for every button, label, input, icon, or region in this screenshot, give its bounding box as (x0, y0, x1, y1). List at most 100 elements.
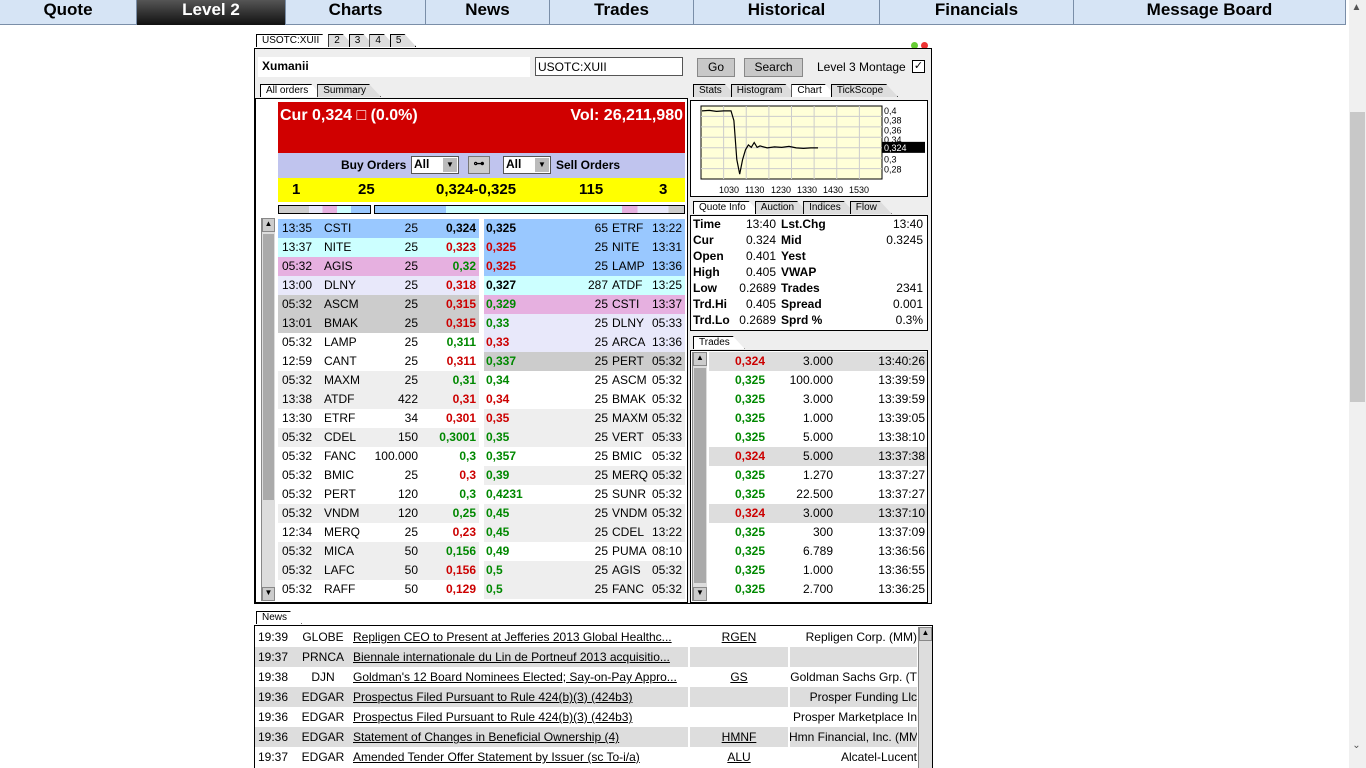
scroll-thumb[interactable] (263, 234, 274, 500)
scroll-down-icon[interactable]: ⌄ (1349, 738, 1364, 753)
news-row[interactable]: 19:36 EDGAR Statement of Changes in Benefi… (255, 727, 917, 747)
sell-filter-select[interactable]: All ▼ (503, 156, 551, 174)
ask-row[interactable]: 0,45 25 VNDM 05:32 (484, 504, 685, 523)
bid-row[interactable]: 13:01 BMAK 25 0,315 (278, 314, 479, 333)
news-headline[interactable]: Prospectus Filed Pursuant to Rule 424(b)… (353, 707, 688, 727)
tab-auction[interactable]: Auction (755, 201, 809, 214)
news-headline[interactable]: Statement of Changes in Beneficial Owner… (353, 727, 688, 747)
news-row[interactable]: 19:36 EDGAR Prospectus Filed Pursuant to R… (255, 687, 917, 707)
news-headline[interactable]: Biennale internationale du Lin de Portne… (353, 647, 688, 667)
bid-row[interactable]: 05:32 ASCM 25 0,315 (278, 295, 479, 314)
bid-row[interactable]: 05:32 RAFF 50 0,129 (278, 580, 479, 599)
tab-tickscope[interactable]: TickScope (831, 84, 898, 97)
ask-row[interactable]: 0,357 25 BMIC 05:32 (484, 447, 685, 466)
ask-row[interactable]: 0,329 25 CSTI 13:37 (484, 295, 685, 314)
tab-5[interactable]: 5 (390, 34, 417, 47)
ask-row[interactable]: 0,325 25 NITE 13:31 (484, 238, 685, 257)
ask-row[interactable]: 0,35 25 MAXM 05:32 (484, 409, 685, 428)
bid-row[interactable]: 05:32 BMIC 25 0,3 (278, 466, 479, 485)
scroll-up-icon[interactable]: ▲ (262, 218, 275, 232)
nav-tab-financials[interactable]: Financials (880, 0, 1074, 25)
news-row[interactable]: 19:39 GLOBE Repligen CEO to Present at Jef… (255, 627, 917, 647)
go-button[interactable]: Go (697, 58, 735, 77)
scroll-up-icon[interactable]: ▲ (693, 352, 707, 366)
ask-row[interactable]: 0,45 25 CDEL 13:22 (484, 523, 685, 542)
ask-row[interactable]: 0,35 25 VERT 05:33 (484, 428, 685, 447)
news-headline[interactable]: Goldman's 12 Board Nominees Elected; Say… (353, 667, 688, 687)
tab-summary[interactable]: Summary (317, 84, 381, 97)
bid-row[interactable]: 13:38 ATDF 422 0,31 (278, 390, 479, 409)
bid-row[interactable]: 05:32 VNDM 120 0,25 (278, 504, 479, 523)
buy-filter-select[interactable]: All ▼ (411, 156, 459, 174)
bid-row[interactable]: 05:32 LAMP 25 0,311 (278, 333, 479, 352)
bid-row[interactable]: 05:32 CDEL 150 0,3001 (278, 428, 479, 447)
ask-row[interactable]: 0,5 25 FANC 05:32 (484, 580, 685, 599)
trades-scrollbar[interactable]: ▲ ▼ (692, 352, 707, 601)
scroll-up-icon[interactable]: ▲ (1349, 0, 1364, 15)
bid-row[interactable]: 13:37 NITE 25 0,323 (278, 238, 479, 257)
tab-stats[interactable]: Stats (693, 84, 737, 97)
news-headline[interactable]: Amended Tender Offer Statement by Issuer… (353, 747, 688, 767)
bid-row[interactable]: 12:59 CANT 25 0,311 (278, 352, 479, 371)
ask-row[interactable]: 0,49 25 PUMA 08:10 (484, 542, 685, 561)
news-row[interactable]: 19:37 EDGAR Amended Tender Offer Statement… (255, 747, 917, 767)
bid-row[interactable]: 13:30 ETRF 34 0,301 (278, 409, 479, 428)
bid-row[interactable]: 12:34 MERQ 25 0,23 (278, 523, 479, 542)
tab-trades[interactable]: Trades (693, 336, 745, 349)
nav-tab-level-2[interactable]: Level 2 (137, 0, 286, 25)
news-scrollbar[interactable]: ▲ (918, 627, 932, 768)
news-ticker[interactable]: ALU (691, 747, 787, 767)
tab-all-orders[interactable]: All orders (260, 84, 323, 97)
level3-montage-checkbox[interactable]: ✓ (912, 60, 925, 73)
ask-row[interactable]: 0,337 25 PERT 05:32 (484, 352, 685, 371)
nav-tab-trades[interactable]: Trades (550, 0, 694, 25)
nav-tab-historical[interactable]: Historical (694, 0, 880, 25)
orders-scrollbar[interactable]: ▲ ▼ (261, 218, 275, 601)
bid-row[interactable]: 13:35 CSTI 25 0,324 (278, 219, 479, 238)
scroll-down-icon[interactable]: ▼ (262, 587, 275, 601)
nav-tab-news[interactable]: News (426, 0, 550, 25)
scroll-up-icon[interactable]: ▲ (919, 627, 932, 641)
page-scrollbar[interactable]: ▲ ⌄ (1349, 0, 1366, 768)
news-row[interactable]: 19:36 EDGAR Prospectus Filed Pursuant to R… (255, 707, 917, 727)
news-ticker[interactable]: GS (691, 667, 787, 687)
scroll-down-icon[interactable]: ▼ (693, 587, 707, 601)
bid-row[interactable]: 05:32 MICA 50 0,156 (278, 542, 479, 561)
scroll-thumb[interactable] (1350, 112, 1365, 402)
bid-row[interactable]: 05:32 LAFC 50 0,156 (278, 561, 479, 580)
bid-row[interactable]: 05:32 FANC 100.000 0,3 (278, 447, 479, 466)
news-headline[interactable]: Repligen CEO to Present at Jefferies 201… (353, 627, 688, 647)
bid-row[interactable]: 13:00 DLNY 25 0,318 (278, 276, 479, 295)
ask-row[interactable]: 0,33 25 DLNY 05:33 (484, 314, 685, 333)
tab-news[interactable]: News (256, 611, 302, 624)
ask-row[interactable]: 0,4231 25 SUNR 05:32 (484, 485, 685, 504)
ask-row[interactable]: 0,34 25 BMAK 05:32 (484, 390, 685, 409)
ask-row[interactable]: 0,5 25 AGIS 05:32 (484, 561, 685, 580)
tab-quote-info[interactable]: Quote Info (693, 201, 761, 214)
news-row[interactable]: 19:38 DJN Goldman's 12 Board Nominees Elec… (255, 667, 917, 687)
bid-row[interactable]: 05:32 AGIS 25 0,32 (278, 257, 479, 276)
symbol-input[interactable] (535, 57, 683, 76)
news-row[interactable]: 19:37 PRNCA Biennale internationale du Lin… (255, 647, 917, 667)
news-headline[interactable]: Prospectus Filed Pursuant to Rule 424(b)… (353, 687, 688, 707)
tab-histogram[interactable]: Histogram (731, 84, 798, 97)
tab-usotc-xuii[interactable]: USOTC:XUII (256, 34, 334, 47)
nav-tab-quote[interactable]: Quote (0, 0, 137, 25)
bid-row[interactable]: 05:32 PERT 120 0,3 (278, 485, 479, 504)
ask-row[interactable]: 0,33 25 ARCA 13:36 (484, 333, 685, 352)
nav-tab-message-board[interactable]: Message Board (1074, 0, 1346, 25)
ask-row[interactable]: 0,39 25 MERQ 05:32 (484, 466, 685, 485)
tab-indices[interactable]: Indices (803, 201, 856, 214)
tab-chart[interactable]: Chart (791, 84, 836, 97)
ask-row[interactable]: 0,325 65 ETRF 13:22 (484, 219, 685, 238)
ask-row[interactable]: 0,34 25 ASCM 05:32 (484, 371, 685, 390)
news-ticker[interactable]: HMNF (691, 727, 787, 747)
nav-tab-charts[interactable]: Charts (286, 0, 426, 25)
ask-row[interactable]: 0,327 287 ATDF 13:25 (484, 276, 685, 295)
scroll-thumb[interactable] (694, 368, 706, 583)
ask-row[interactable]: 0,325 25 LAMP 13:36 (484, 257, 685, 276)
link-icon[interactable]: ⊶ (468, 156, 490, 174)
news-ticker[interactable]: RGEN (691, 627, 787, 647)
bid-row[interactable]: 05:32 MAXM 25 0,31 (278, 371, 479, 390)
tab-flow[interactable]: Flow (850, 201, 892, 214)
